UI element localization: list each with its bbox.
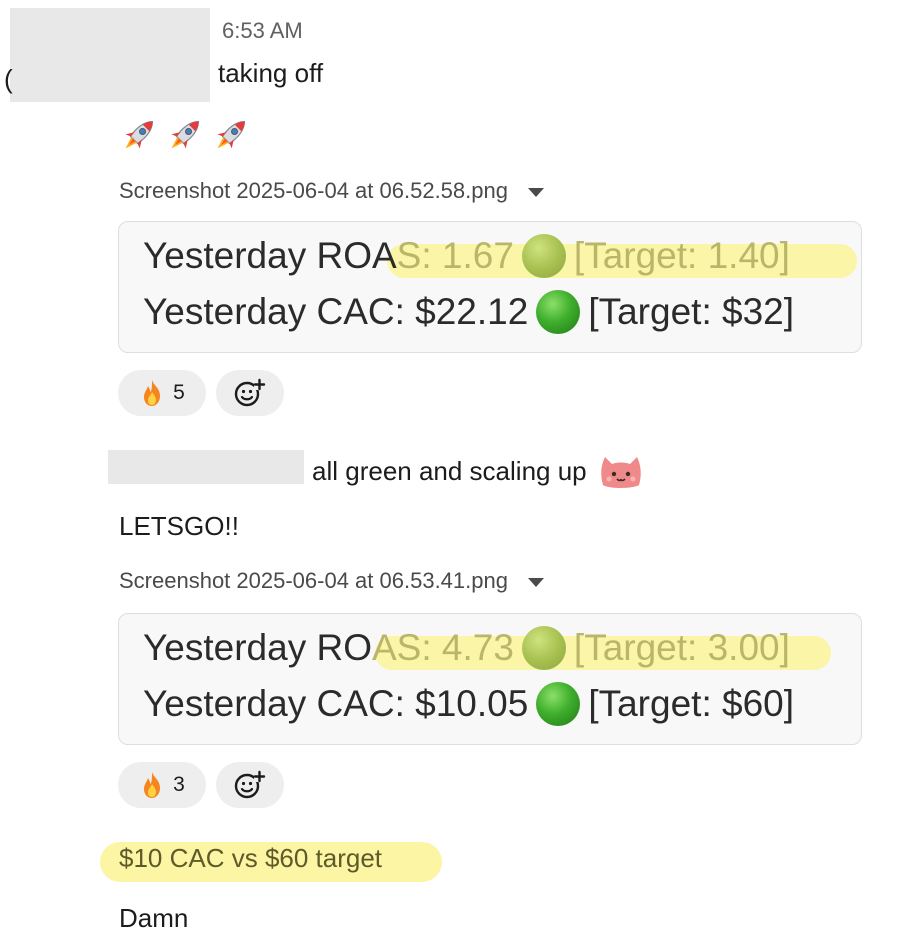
roas-value: AS: 4.73 <box>371 627 514 668</box>
fire-icon <box>144 772 161 798</box>
reaction-count: 3 <box>173 773 185 796</box>
add-emoji-icon <box>234 378 266 407</box>
chevron-down-icon[interactable] <box>527 577 544 587</box>
cac-target: [Target: $32] <box>588 291 795 332</box>
cac-target: [Target: $60] <box>588 683 795 724</box>
roas-target: [Target: 1.40] <box>573 235 790 276</box>
green-circle-icon <box>536 290 581 334</box>
roas-value: S: 1.67 <box>396 235 514 276</box>
attachment-image[interactable]: Yesterday RO AS: 4.73 [Target: 3.00] Yest… <box>118 613 862 745</box>
green-circle-icon <box>521 234 566 278</box>
redacted-avatar-name <box>10 8 210 102</box>
chevron-down-icon[interactable] <box>527 187 544 197</box>
message-text-content: all green and scaling up <box>312 455 587 486</box>
reaction-bar: 3 <box>118 762 284 808</box>
rocket-icon <box>217 120 246 149</box>
message-text: LETSGO!! <box>119 511 239 541</box>
roas-label: Yesterday RO <box>143 627 372 668</box>
attachment-filename[interactable]: Screenshot 2025-06-04 at 06.53.41.png <box>119 568 508 594</box>
cac-label: Yesterday CAC: $22.12 <box>143 291 529 332</box>
fire-reaction[interactable]: 3 <box>118 762 206 808</box>
reaction-count: 5 <box>173 381 185 404</box>
attachment-header[interactable]: Screenshot 2025-06-04 at 06.52.58.png <box>119 178 544 204</box>
paren-fragment: ( <box>4 64 13 94</box>
roas-target: [Target: 3.00] <box>573 627 790 668</box>
roas-label: Yesterday ROA <box>143 235 397 276</box>
redacted-mention <box>108 450 304 484</box>
cac-line: Yesterday CAC: $22.12 [Target: $32] <box>143 290 794 334</box>
add-reaction-button[interactable] <box>216 762 284 808</box>
message-text: taking off <box>218 58 324 88</box>
rocket-emoji-group <box>118 112 252 158</box>
attachment-filename[interactable]: Screenshot 2025-06-04 at 06.52.58.png <box>119 178 508 204</box>
slack-message-thread: ( 6:53 AM taking off Screenshot 2025-06-… <box>0 0 902 944</box>
roas-line: Yesterday RO AS: 4.73 [Target: 3.00] <box>143 626 790 670</box>
rocket-icon <box>171 120 200 149</box>
message-timestamp[interactable]: 6:53 AM <box>222 18 303 44</box>
fire-reaction[interactable]: 5 <box>118 370 206 416</box>
attachment-header[interactable]: Screenshot 2025-06-04 at 06.53.41.png <box>119 568 544 594</box>
message-text: Damn <box>119 903 189 933</box>
green-circle-icon <box>521 626 566 670</box>
cac-line: Yesterday CAC: $10.05 [Target: $60] <box>143 682 794 726</box>
fire-icon <box>144 380 161 406</box>
cac-label: Yesterday CAC: $10.05 <box>143 683 529 724</box>
rocket-icon <box>125 120 154 149</box>
roas-line: Yesterday ROA S: 1.67 [Target: 1.40] <box>143 234 790 278</box>
add-emoji-icon <box>234 770 266 799</box>
cat-emoji-icon <box>600 457 641 488</box>
attachment-image[interactable]: Yesterday ROA S: 1.67 [Target: 1.40] Yest… <box>118 221 862 353</box>
add-reaction-button[interactable] <box>216 370 284 416</box>
reaction-bar: 5 <box>118 370 284 416</box>
green-circle-icon <box>536 682 581 726</box>
message-text: all green and scaling up <box>312 451 645 491</box>
message-text-highlighted: $10 CAC vs $60 target <box>119 843 383 873</box>
